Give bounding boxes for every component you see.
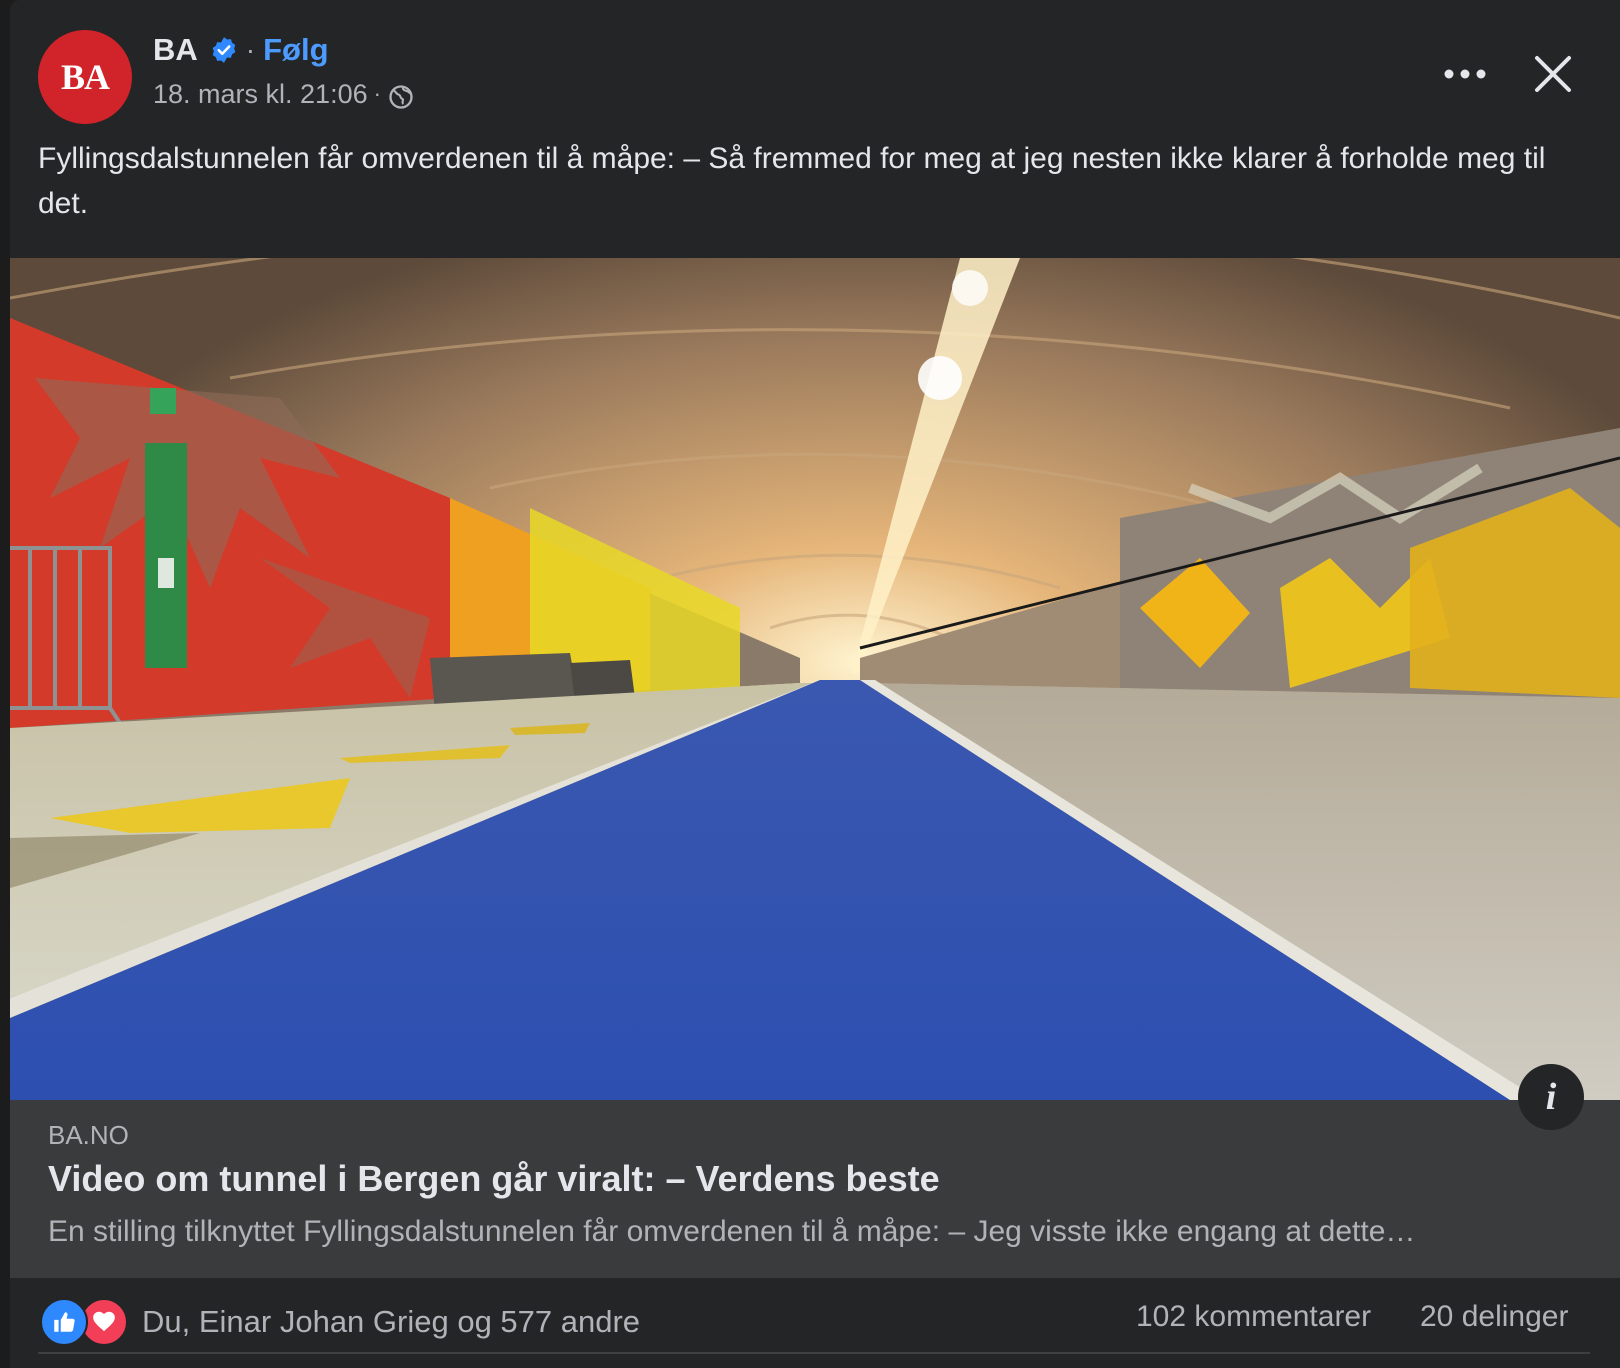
close-icon [1535,56,1571,92]
reaction-names[interactable]: Du, Einar Johan Grieg og 577 andre [142,1304,640,1340]
globe-icon[interactable] [387,83,415,111]
page-name[interactable]: BA [153,32,198,68]
avatar-logo-text: BA [60,57,110,97]
more-options-icon [1444,69,1486,79]
name-row: BA · Følg [153,30,329,70]
link-description: En stilling tilknyttet Fyllingsdalstunne… [48,1215,1416,1248]
post-dialog: BA BA · Følg 18. mars kl. 21:06 · Fyllin… [10,0,1620,1368]
post-timestamp[interactable]: 18. mars kl. 21:06 [153,79,368,110]
like-reaction-icon [40,1298,88,1346]
verified-badge-icon [212,37,236,63]
follow-button[interactable]: Følg [263,32,328,68]
close-button[interactable] [1527,48,1579,100]
link-domain: BA.NO [48,1120,129,1150]
post-header: BA BA · Følg 18. mars kl. 21:06 · [10,0,1620,130]
separator-dot: · [245,34,256,65]
link-preview[interactable]: BA.NO Video om tunnel i Bergen går viral… [10,1100,1620,1278]
shares-count[interactable]: 20 delinger [1420,1300,1568,1334]
more-options-button[interactable] [1435,52,1495,96]
reactions-summary[interactable]: Du, Einar Johan Grieg og 577 andre [40,1298,640,1346]
meta-row: 18. mars kl. 21:06 · [153,76,415,112]
post-text: Fyllingsdalstunnelen får omverdenen til … [38,142,1546,220]
info-button[interactable]: i [1518,1064,1584,1130]
post-footer: Du, Einar Johan Grieg og 577 andre 102 k… [10,1278,1620,1368]
meta-separator: · [373,81,381,106]
footer-divider [38,1352,1590,1354]
page-avatar[interactable]: BA [38,30,132,124]
link-preview-image[interactable] [10,258,1620,1100]
comments-count[interactable]: 102 kommentarer [1136,1300,1371,1334]
tunnel-photo [10,258,1620,1100]
info-icon: i [1545,1076,1557,1118]
link-title[interactable]: Video om tunnel i Bergen går viralt: – V… [48,1158,940,1200]
